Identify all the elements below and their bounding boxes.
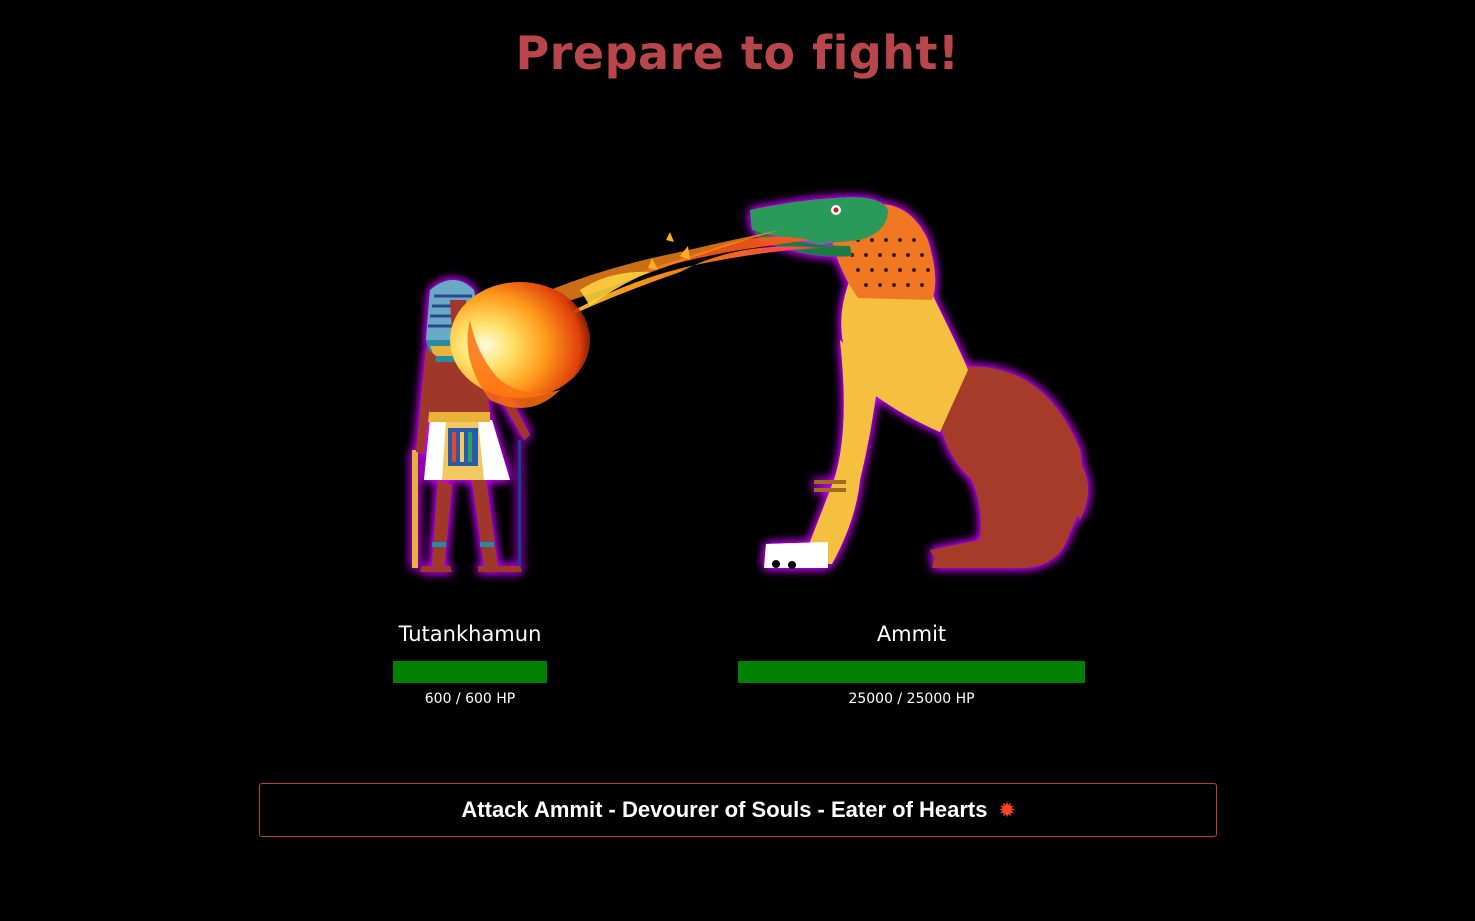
player-hp-fill — [393, 661, 547, 683]
enemy-hp-fill — [738, 661, 1085, 683]
ammit-sprite — [750, 197, 1088, 569]
battle-scene — [412, 197, 1088, 572]
player-hp-text: 600 / 600 HP — [424, 691, 516, 707]
enemy-hp-bar — [738, 661, 1085, 683]
game-screen: Prepare to fight! Tutankhamun 600 / 600 … — [0, 0, 1475, 921]
enemy-name: Ammit — [876, 622, 947, 646]
page-title: Prepare to fight! — [515, 26, 960, 80]
enemy-hp-text: 25000 / 25000 HP — [848, 691, 975, 707]
collision-icon: ✹ — [999, 799, 1015, 820]
battle-arena — [380, 180, 1120, 590]
player-status: Tutankhamun 600 / 600 HP — [370, 622, 570, 707]
attack-button-label: Attack Ammit - Devourer of Souls - Eater… — [461, 797, 988, 822]
fire-breath-effect — [450, 230, 820, 408]
attack-button[interactable]: Attack Ammit - Devourer of Souls - Eater… — [259, 783, 1217, 837]
enemy-status: Ammit 25000 / 25000 HP — [738, 622, 1085, 707]
player-hp-bar — [393, 661, 547, 683]
player-name: Tutankhamun — [398, 622, 542, 646]
